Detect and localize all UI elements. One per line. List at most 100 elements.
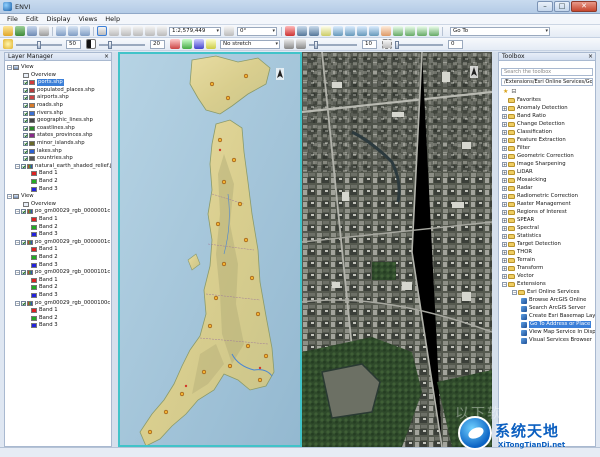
- print-icon[interactable]: [39, 26, 49, 36]
- menu-file[interactable]: File: [3, 15, 22, 23]
- rotate-icon[interactable]: [224, 26, 234, 36]
- layer-visibility-checkbox[interactable]: [23, 133, 28, 139]
- toolbox-tool[interactable]: Visual Services Browser: [521, 337, 592, 344]
- collapse-toggle-icon[interactable]: −: [7, 194, 12, 200]
- collapse-toggle-icon[interactable]: −: [15, 270, 20, 276]
- two-views-icon[interactable]: [68, 26, 78, 36]
- stretch-gaussian-icon[interactable]: [194, 39, 204, 49]
- transparency-slider-handle[interactable]: [395, 41, 399, 49]
- toolbox-folder[interactable]: + THOR: [502, 249, 532, 256]
- collapse-toggle-icon[interactable]: −: [502, 282, 507, 287]
- layer-visibility-checkbox[interactable]: [21, 300, 26, 306]
- transparency-value[interactable]: 0: [448, 40, 463, 49]
- toolbox-tool[interactable]: Create Esri Basemap Layer: [521, 313, 595, 320]
- layer-item[interactable]: lakes.shp: [23, 148, 62, 155]
- rotation-combobox[interactable]: 0° ▾: [237, 27, 277, 36]
- close-button[interactable]: ✕: [571, 1, 597, 12]
- annotation-text-icon[interactable]: [321, 26, 331, 36]
- crosshair-icon[interactable]: [297, 26, 307, 36]
- layer-item[interactable]: airports.shp: [23, 94, 69, 101]
- toolbox-folder[interactable]: + Feature Extraction: [502, 137, 566, 144]
- go-to-combobox[interactable]: Go To ▾: [450, 27, 550, 36]
- layer-item[interactable]: − natural_earth_shaded_relief.jp: [15, 163, 111, 170]
- stretch-2pct-icon[interactable]: [182, 39, 192, 49]
- toolbox-tool[interactable]: View Map Service In Display: [521, 329, 595, 336]
- toolbox-folder[interactable]: + LiDAR: [502, 169, 533, 176]
- expand-toggle-icon[interactable]: +: [502, 210, 507, 215]
- layer-visibility-checkbox[interactable]: [23, 87, 28, 93]
- toolbox-folder[interactable]: − Extensions: [502, 281, 546, 288]
- layer-visibility-checkbox[interactable]: [23, 95, 28, 101]
- layer-visibility-checkbox[interactable]: [21, 163, 26, 169]
- menu-edit[interactable]: Edit: [22, 15, 43, 23]
- expand-toggle-icon[interactable]: +: [502, 186, 507, 191]
- toolbox-tool[interactable]: Go To Address or Place: [521, 321, 592, 328]
- contrast-value[interactable]: 20: [150, 40, 165, 49]
- toolbox-folder[interactable]: + Radar: [502, 185, 533, 192]
- new-view-icon[interactable]: [56, 26, 66, 36]
- favorites-star-icon[interactable]: ★: [503, 88, 508, 95]
- band-item[interactable]: Band 1: [31, 170, 58, 177]
- layer-visibility-checkbox[interactable]: [23, 156, 28, 162]
- contrast-slider-handle[interactable]: [108, 41, 112, 49]
- toolbox-folder[interactable]: + Radiometric Correction: [502, 193, 578, 200]
- band-item[interactable]: Band 2: [31, 178, 58, 185]
- toolbox-folder[interactable]: + Transform: [502, 265, 543, 272]
- grid-views-icon[interactable]: [80, 26, 90, 36]
- expand-toggle-icon[interactable]: +: [502, 226, 507, 231]
- histogram-icon[interactable]: [284, 39, 294, 49]
- stretch-equalization-icon[interactable]: [206, 39, 216, 49]
- layer-item[interactable]: countries.shp: [23, 155, 73, 162]
- fixed-zoom-icon[interactable]: [157, 26, 167, 36]
- expand-toggle-icon[interactable]: +: [502, 242, 507, 247]
- roi-icon[interactable]: [381, 26, 391, 36]
- toolbox-tool[interactable]: Search ArcGIS Server: [521, 305, 586, 312]
- select-cursor-icon[interactable]: [97, 26, 107, 36]
- vector-edit-icon[interactable]: [345, 26, 355, 36]
- swipe-icon[interactable]: [405, 26, 415, 36]
- view-node[interactable]: − View: [7, 64, 34, 71]
- menu-display[interactable]: Display: [42, 15, 74, 23]
- band-item[interactable]: Band 3: [31, 322, 58, 329]
- expand-toggle-icon[interactable]: +: [502, 162, 507, 167]
- expand-toggle-icon[interactable]: +: [502, 234, 507, 239]
- toolbox-folder[interactable]: + Image Sharpening: [502, 161, 566, 168]
- collapse-toggle-icon[interactable]: −: [15, 209, 20, 215]
- sharpen-slider-handle[interactable]: [314, 41, 318, 49]
- band-item[interactable]: Band 1: [31, 277, 58, 284]
- layer-item[interactable]: geographic_lines.shp: [23, 117, 93, 124]
- layer-item[interactable]: Overview: [23, 201, 56, 208]
- band-item[interactable]: Band 1: [31, 216, 58, 223]
- band-item[interactable]: Band 3: [31, 231, 58, 238]
- layer-item[interactable]: − po_gm00029_rgb_0000100c: [15, 300, 110, 307]
- band-item[interactable]: Band 1: [31, 307, 58, 314]
- sharpen-value[interactable]: 10: [362, 40, 377, 49]
- band-item[interactable]: Band 3: [31, 292, 58, 299]
- layer-visibility-checkbox[interactable]: [23, 103, 28, 108]
- zoom-in-icon[interactable]: [133, 26, 143, 36]
- contrast-slider[interactable]: [99, 41, 145, 49]
- toolbox-folder[interactable]: + Statistics: [502, 233, 541, 240]
- toolbox-folder[interactable]: + Spectral: [502, 225, 539, 232]
- layer-item[interactable]: coastlines.shp: [23, 125, 75, 132]
- band-item[interactable]: Band 3: [31, 186, 58, 193]
- fly-icon[interactable]: [121, 26, 131, 36]
- layer-visibility-checkbox[interactable]: [21, 270, 26, 276]
- stretch-combobox[interactable]: No stretch ▾: [220, 40, 280, 49]
- expand-toggle-icon[interactable]: +: [502, 170, 507, 175]
- layer-item[interactable]: states_provinces.shp: [23, 132, 93, 139]
- expand-toggle-icon[interactable]: +: [502, 138, 507, 143]
- layer-visibility-checkbox[interactable]: [23, 141, 28, 146]
- brightness-value[interactable]: 50: [66, 40, 81, 49]
- view-node[interactable]: − View: [7, 193, 34, 200]
- sharpen-slider[interactable]: [309, 41, 357, 49]
- polygon-icon[interactable]: [333, 26, 343, 36]
- layer-item[interactable]: populated_places.shp: [23, 87, 95, 94]
- collapse-toggle-icon[interactable]: −: [15, 239, 20, 245]
- toolbox-folder[interactable]: + Filter: [502, 145, 530, 152]
- collapse-icon[interactable]: ⊟: [511, 88, 516, 95]
- vertex-icon[interactable]: [357, 26, 367, 36]
- transparency-slider[interactable]: [395, 41, 443, 49]
- close-panel-icon[interactable]: ×: [104, 53, 109, 60]
- menu-help[interactable]: Help: [101, 15, 124, 23]
